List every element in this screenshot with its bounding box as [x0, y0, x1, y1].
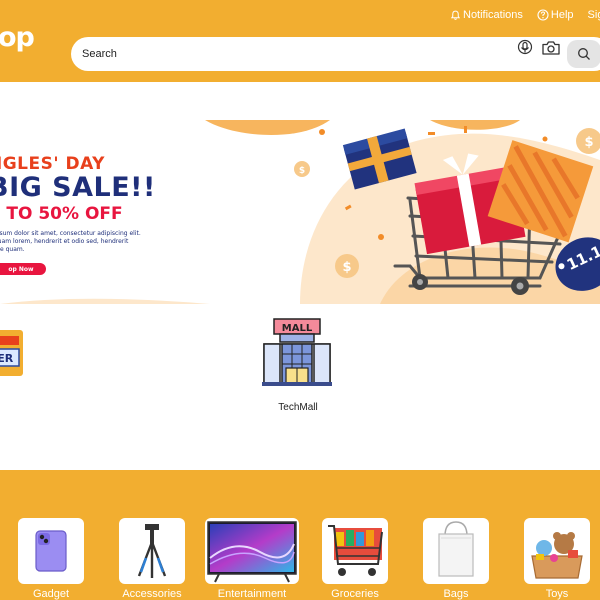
category-label-gadget: Gadget — [32, 588, 70, 600]
svg-text:$: $ — [584, 135, 593, 150]
mall-building-icon: MALL — [262, 318, 332, 386]
cart-icon — [328, 525, 383, 576]
svg-text:MALL: MALL — [282, 323, 313, 334]
category-toys[interactable] — [524, 518, 590, 584]
notifications-link[interactable]: Notifications — [450, 9, 523, 21]
store-techmall[interactable]: MALL TechMall — [250, 318, 346, 418]
category-strip: Gadget Accessories Entertainment Groceri… — [0, 470, 600, 600]
tripod-icon — [137, 524, 167, 578]
help-label: Help — [550, 9, 574, 21]
category-accessories[interactable] — [119, 518, 185, 584]
shop-now-button[interactable]: op Now — [0, 263, 46, 275]
search-input[interactable] — [82, 37, 502, 71]
svg-text:HER: HER — [0, 352, 14, 365]
category-label-groceries: Groceries — [331, 588, 379, 600]
category-label-toys: Toys — [545, 588, 569, 600]
signup-link[interactable]: Sig — [588, 9, 600, 21]
voice-search-button[interactable] — [516, 39, 534, 62]
phone-icon — [35, 530, 67, 572]
search-bar — [71, 37, 600, 71]
banner-headline: NGLES' DAY BIG SALE!! P TO 50% OFF ipsum… — [0, 120, 300, 304]
help-link[interactable]: Help — [537, 9, 574, 21]
store-voucher[interactable]: HER — [0, 328, 26, 378]
category-groceries[interactable] — [322, 518, 388, 584]
microphone-icon — [517, 39, 533, 55]
category-label-entertainment: Entertainment — [217, 588, 287, 600]
category-bags[interactable] — [423, 518, 489, 584]
banner-body-text: ipsum dolor sit amet, consectetur adipis… — [0, 230, 141, 253]
bag-icon — [438, 521, 474, 577]
banner-line-2: BIG SALE!! — [0, 172, 156, 203]
search-button[interactable] — [567, 40, 600, 68]
promo-banner[interactable]: $ $ $ GLES' DAY BIG SALE!! P TO 50% OFF … — [0, 120, 600, 304]
help-circle-icon — [537, 9, 549, 21]
notifications-label: Notifications — [463, 9, 523, 21]
toys-icon — [531, 532, 583, 579]
top-header: op Notifications Help Sig — [0, 0, 600, 82]
search-icon — [578, 48, 590, 60]
bell-icon — [450, 10, 461, 20]
voucher-icon: HER — [0, 330, 23, 376]
logo[interactable]: op — [0, 22, 35, 53]
category-entertainment[interactable] — [205, 518, 299, 584]
banner-line-3: P TO 50% OFF — [0, 204, 123, 224]
top-links: Notifications Help Sig — [450, 9, 600, 21]
category-label-bags: Bags — [443, 588, 469, 600]
camera-icon — [542, 41, 560, 55]
banner-line-1: NGLES' DAY — [0, 154, 105, 174]
tv-icon — [207, 521, 297, 583]
store-label-techmall: TechMall — [278, 402, 318, 413]
svg-text:$: $ — [342, 260, 351, 275]
category-label-accessories: Accessories — [122, 588, 182, 600]
signup-label: Sig — [587, 9, 600, 21]
image-search-button[interactable] — [541, 40, 561, 61]
category-gadget[interactable] — [18, 518, 84, 584]
